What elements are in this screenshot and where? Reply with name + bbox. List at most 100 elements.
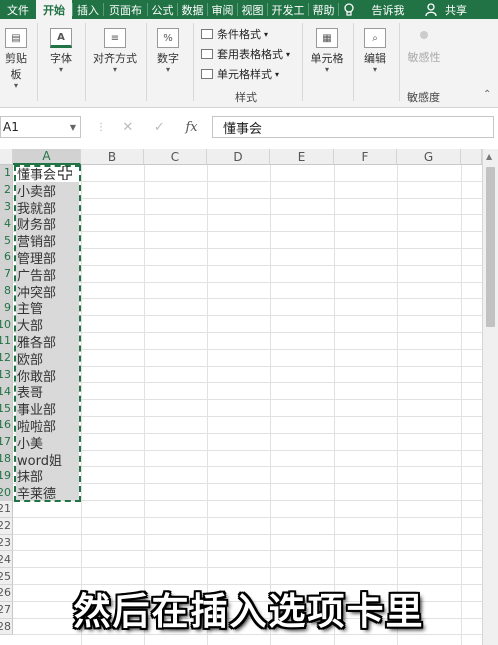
name-box[interactable]: A1 ▼: [0, 116, 81, 138]
gridline-horizontal: [13, 298, 482, 300]
number-button[interactable]: % 数字 ▾: [150, 28, 186, 74]
row-header[interactable]: 9: [0, 299, 13, 317]
gridline-horizontal: [13, 399, 482, 401]
scrollbar-thumb[interactable]: [486, 167, 495, 327]
gridline-vertical: [461, 165, 462, 645]
row-header[interactable]: 16: [0, 417, 13, 434]
tab-review[interactable]: 审阅: [208, 0, 237, 19]
chevron-down-icon: ▾: [275, 69, 280, 79]
row-header[interactable]: 3: [0, 198, 13, 216]
chevron-down-icon: ▾: [324, 65, 329, 74]
align-icon: ≡: [104, 28, 126, 48]
row-header[interactable]: 22: [0, 517, 13, 535]
column-header[interactable]: [461, 149, 482, 165]
tab-file[interactable]: 文件: [0, 0, 36, 19]
tab-formulas[interactable]: 公式: [148, 0, 177, 19]
sensitivity-icon: [420, 31, 428, 39]
font-label: 字体: [50, 52, 72, 65]
row-header[interactable]: 18: [0, 450, 13, 468]
select-all-corner[interactable]: [0, 149, 13, 165]
drag-handle-icon[interactable]: ⋮: [96, 122, 106, 133]
gridline-horizontal: [13, 214, 482, 216]
gridline-horizontal: [13, 281, 482, 283]
column-header[interactable]: C: [144, 149, 207, 165]
group-divider: [193, 23, 194, 101]
chevron-down-icon: ▾: [372, 65, 377, 74]
column-header[interactable]: E: [270, 149, 334, 165]
row-header[interactable]: 14: [0, 383, 13, 401]
search-icon: ⌕: [364, 28, 386, 48]
tab-data[interactable]: 数据: [178, 0, 207, 19]
gridline-horizontal: [13, 332, 482, 333]
vertical-scrollbar[interactable]: ▲: [482, 149, 498, 645]
gridline-horizontal: [13, 348, 482, 350]
collapse-ribbon-icon[interactable]: ⌃: [483, 89, 491, 100]
row-header[interactable]: 10: [0, 316, 13, 333]
conditional-format-label: 条件格式: [217, 28, 261, 41]
video-subtitle: 然后在插入选项卡里: [73, 590, 425, 633]
gridline-horizontal: [13, 432, 482, 434]
row-header[interactable]: 12: [0, 349, 13, 367]
row-header[interactable]: 7: [0, 265, 13, 283]
column-header[interactable]: D: [207, 149, 270, 165]
row-header[interactable]: 2: [0, 181, 13, 199]
cell-styles-label: 单元格样式: [217, 68, 272, 81]
formula-input[interactable]: 懂事会: [212, 116, 494, 138]
font-color-icon: A: [50, 28, 72, 48]
row-header[interactable]: 8: [0, 282, 13, 300]
person-icon[interactable]: [417, 0, 441, 19]
tab-page-layout[interactable]: 页面布: [104, 0, 147, 19]
row-header[interactable]: 23: [0, 534, 13, 552]
cancel-icon[interactable]: ✕: [122, 120, 133, 135]
function-icon[interactable]: fx: [185, 120, 197, 135]
cells-label: 单元格: [310, 52, 344, 65]
gridline-horizontal: [13, 197, 482, 199]
tell-me-search[interactable]: 告诉我: [359, 0, 417, 19]
conditional-format-button[interactable]: 条件格式 ▾: [201, 26, 268, 42]
clipboard-button[interactable]: ▤ 剪贴板 ▾: [0, 28, 32, 90]
row-header[interactable]: 4: [0, 215, 13, 233]
chevron-down-icon: ▾: [13, 81, 18, 90]
row-header[interactable]: 13: [0, 366, 13, 384]
gridline-vertical: [270, 165, 271, 645]
column-header[interactable]: F: [334, 149, 397, 165]
scroll-up-icon[interactable]: ▲: [486, 152, 492, 161]
row-header[interactable]: 20: [0, 484, 13, 501]
tab-developer[interactable]: 开发工: [268, 0, 308, 19]
tab-insert[interactable]: 插入: [73, 0, 103, 19]
tab-view[interactable]: 视图: [238, 0, 267, 19]
column-header[interactable]: A: [13, 149, 81, 165]
row-header[interactable]: 17: [0, 433, 13, 451]
alignment-button[interactable]: ≡ 对齐方式 ▾: [89, 28, 141, 74]
column-header[interactable]: G: [397, 149, 461, 165]
cell-cursor-icon: [58, 166, 72, 180]
gridline-horizontal: [13, 533, 482, 535]
ribbon-tab-bar: 文件 开始 插入 页面布 公式 数据 审阅 视图 开发工 帮助 告诉我 共享: [0, 0, 498, 19]
row-header[interactable]: 21: [0, 501, 13, 518]
tab-home[interactable]: 开始: [36, 0, 72, 19]
cell-styles-button[interactable]: 单元格样式 ▾: [201, 66, 279, 82]
formula-value: 懂事会: [223, 121, 263, 137]
group-divider: [37, 23, 38, 101]
lightbulb-icon[interactable]: [339, 0, 359, 19]
column-header[interactable]: B: [81, 149, 144, 165]
editing-button[interactable]: ⌕ 编辑 ▾: [357, 28, 393, 74]
row-header[interactable]: 11: [0, 333, 13, 350]
sensitivity-button[interactable]: 敏感性: [403, 31, 445, 65]
gridline-vertical: [81, 165, 82, 645]
row-header[interactable]: 24: [0, 551, 13, 569]
row-header[interactable]: 19: [0, 467, 13, 485]
chevron-down-icon: ▾: [112, 65, 117, 74]
row-header[interactable]: 1: [0, 165, 13, 182]
cells-button[interactable]: ▦ 单元格 ▾: [306, 28, 348, 74]
row-header[interactable]: 5: [0, 232, 13, 249]
cells-icon: ▦: [316, 28, 338, 48]
share-button[interactable]: 共享: [441, 0, 471, 19]
row-header[interactable]: 6: [0, 249, 13, 266]
tab-help[interactable]: 帮助: [309, 0, 338, 19]
row-header[interactable]: 15: [0, 400, 13, 417]
font-button[interactable]: A 字体 ▾: [41, 28, 81, 74]
format-as-table-button[interactable]: 套用表格格式 ▾: [201, 46, 290, 62]
alignment-label: 对齐方式: [93, 52, 137, 65]
confirm-icon[interactable]: ✓: [154, 120, 165, 135]
